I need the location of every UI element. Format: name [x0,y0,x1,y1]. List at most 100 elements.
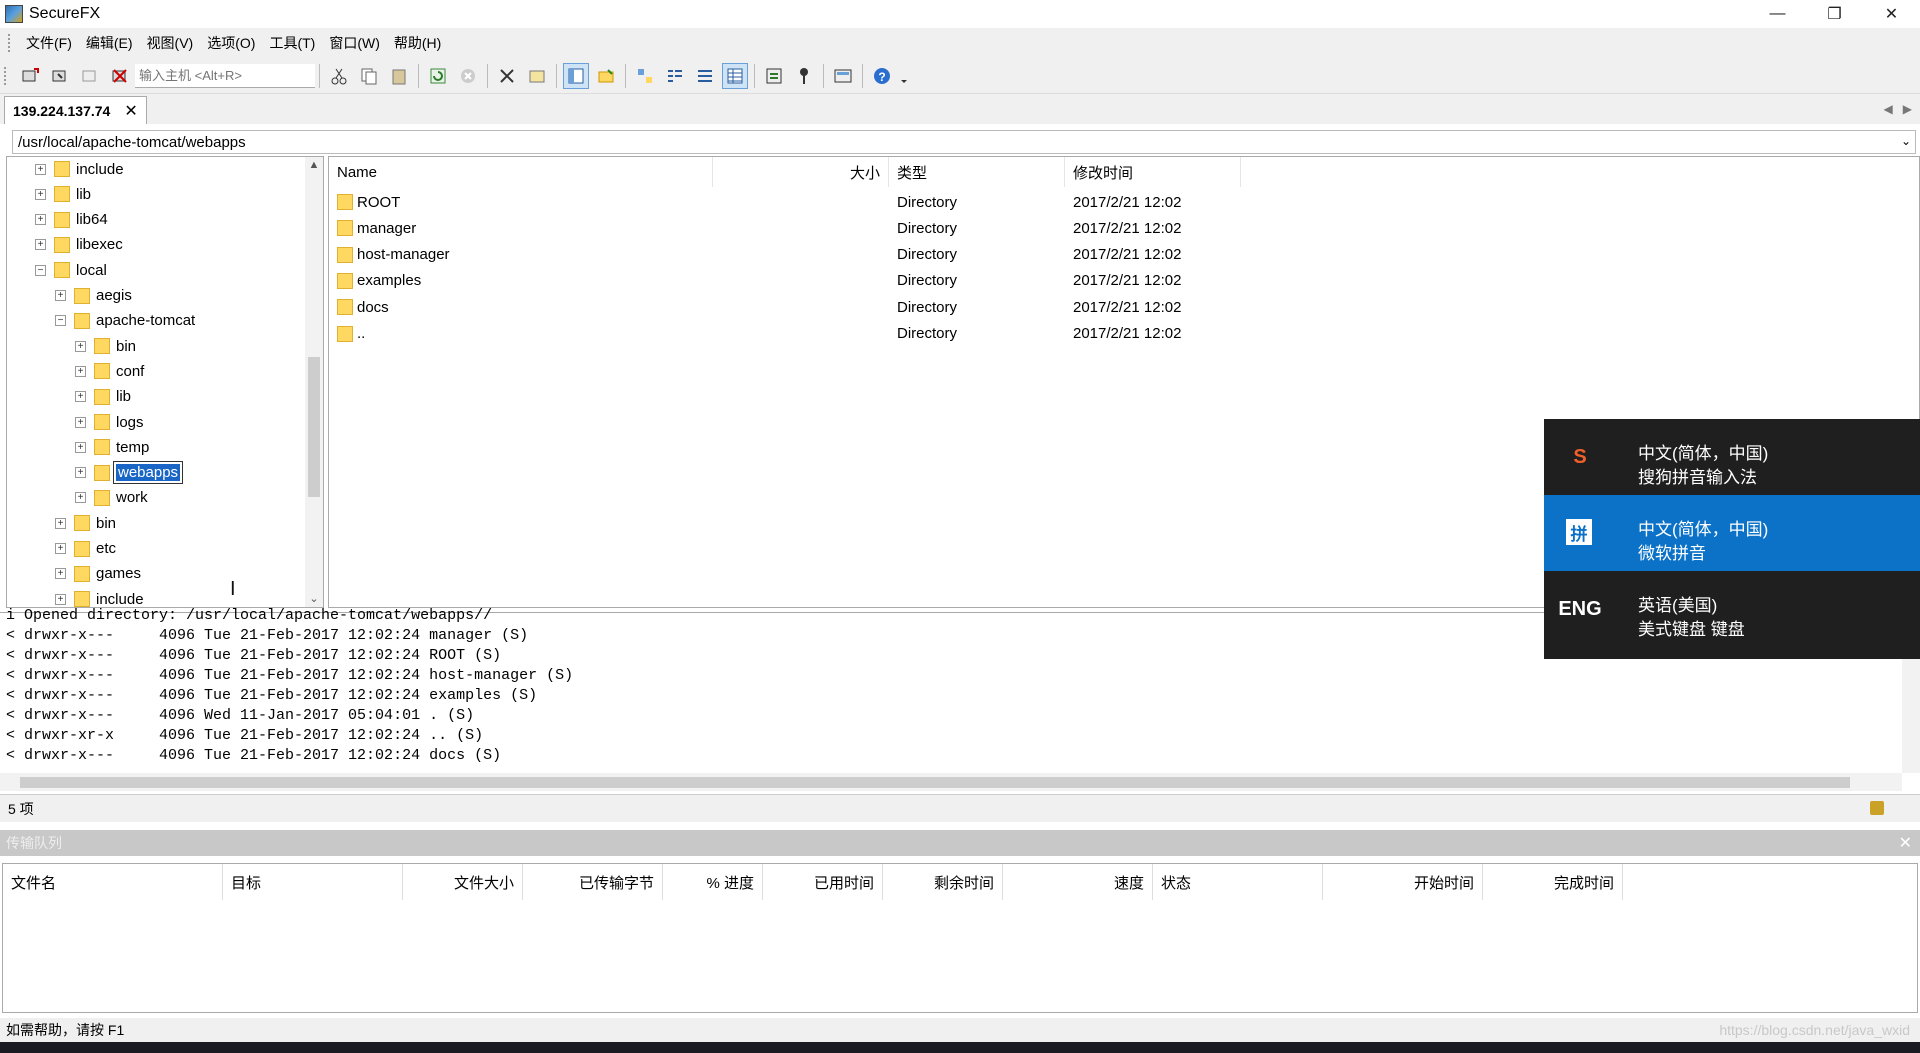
expand-icon[interactable]: + [35,214,46,226]
transfer-queue-icon[interactable] [830,63,856,89]
minimize-button[interactable]: — [1749,0,1806,28]
tree-view-icon[interactable] [563,62,589,89]
disconnect-icon[interactable] [107,63,133,89]
menu-view[interactable]: 视图(V) [140,33,201,53]
file-row[interactable]: host-manager Directory 2017/2/21 12:02 [329,242,1241,268]
queue-column-header[interactable]: 状态 [1153,864,1323,900]
tree-item[interactable]: + aegis [55,284,132,308]
file-row[interactable]: docs Directory 2017/2/21 12:02 [329,294,1241,320]
queue-column-header[interactable]: 文件大小 [403,864,523,900]
file-row[interactable]: ROOT Directory 2017/2/21 12:02 [329,189,1241,215]
expand-icon[interactable]: + [55,543,66,554]
chevron-down-icon[interactable]: ⌄ [1901,134,1911,148]
session-options-icon[interactable] [761,63,787,89]
path-combobox[interactable]: /usr/local/apache-tomcat/webapps ⌄ [12,130,1916,154]
expand-icon[interactable]: + [55,593,66,605]
connect-icon[interactable] [17,63,43,89]
stop-icon[interactable] [455,63,481,89]
queue-column-header[interactable]: 开始时间 [1323,864,1483,900]
tree-scrollbar[interactable]: ▲ ⌄ [305,157,323,607]
menu-help[interactable]: 帮助(H) [387,33,448,53]
key-icon[interactable] [791,63,817,89]
queue-column-header[interactable]: 完成时间 [1483,864,1623,900]
file-row[interactable]: examples Directory 2017/2/21 12:02 [329,268,1241,294]
restore-button[interactable]: ❐ [1806,0,1863,28]
tree-item[interactable]: + bin [75,334,136,358]
expand-icon[interactable]: + [35,188,46,200]
details-view-icon[interactable] [722,62,748,89]
cut-icon[interactable] [326,63,352,89]
reconnect-icon[interactable] [77,63,103,89]
large-icons-icon[interactable] [632,63,658,89]
menu-options[interactable]: 选项(O) [200,33,262,53]
copy-icon[interactable] [356,63,382,89]
delete-icon[interactable] [494,63,520,89]
tree-item[interactable]: + conf [75,359,144,383]
tree-item[interactable]: + bin [55,511,116,535]
paste-icon[interactable] [386,63,412,89]
tree-item[interactable]: + etc [55,537,116,561]
log-hscroll-thumb[interactable] [20,777,1850,788]
toolbar-options-icon[interactable] [899,63,909,89]
expand-icon[interactable]: + [55,517,66,529]
input-method-option[interactable]: ENG 英语(美国) 美式键盘 键盘 [1544,571,1920,647]
column-size[interactable]: 大小 [713,157,889,187]
close-button[interactable]: ✕ [1863,0,1920,28]
tree-item[interactable]: + temp [75,435,149,459]
help-icon[interactable]: ? [869,63,895,89]
small-icons-icon[interactable] [662,63,688,89]
close-tab-icon[interactable]: ✕ [124,101,137,121]
tree-item[interactable]: + webapps [75,461,184,485]
tree-item[interactable]: + logs [75,410,144,434]
tree-scrollbar-thumb[interactable] [308,357,320,497]
refresh-icon[interactable] [425,63,451,89]
expand-icon[interactable]: + [75,391,86,403]
queue-column-header[interactable]: 已用时间 [763,864,883,900]
collapse-icon[interactable]: − [55,315,66,327]
expand-icon[interactable]: + [55,290,66,301]
queue-column-header[interactable]: 速度 [1003,864,1153,900]
expand-icon[interactable]: + [35,163,46,175]
session-tab[interactable]: 139.224.137.74 ✕ [4,96,147,124]
scroll-down-icon[interactable]: ⌄ [305,592,323,605]
collapse-icon[interactable]: − [35,264,46,276]
queue-column-header[interactable]: % 进度 [663,864,763,900]
queue-column-header[interactable]: 文件名 [3,864,223,900]
expand-icon[interactable]: + [75,492,86,504]
input-method-option[interactable]: 拼 中文(简体，中国) 微软拼音 [1544,495,1920,571]
input-method-option[interactable]: S 中文(简体，中国) 搜狗拼音输入法 [1544,419,1920,495]
tree-item[interactable]: − local [35,258,107,282]
tree-item[interactable]: + include [55,587,144,607]
tree-item[interactable]: + games [55,562,141,586]
log-horizontal-scrollbar[interactable] [0,773,1902,791]
properties-icon[interactable] [524,63,550,89]
close-queue-icon[interactable]: ✕ [1899,833,1912,853]
queue-column-header[interactable]: 剩余时间 [883,864,1003,900]
tree-item[interactable]: + include [35,157,124,181]
expand-icon[interactable]: + [75,365,86,377]
expand-icon[interactable]: + [75,416,86,428]
tree-item[interactable]: + lib64 [35,208,108,232]
tree-item[interactable]: + lib [75,385,131,409]
column-modified[interactable]: 修改时间 [1065,157,1241,187]
expand-icon[interactable]: + [55,568,66,580]
tab-scroll-left-icon[interactable]: ◀ [1884,102,1893,116]
file-row[interactable]: manager Directory 2017/2/21 12:02 [329,215,1241,241]
tree-item[interactable]: + lib [35,182,91,206]
queue-column-header[interactable]: 已传输字节 [523,864,663,900]
list-view-icon[interactable] [692,63,718,89]
tree-item[interactable]: + libexec [35,233,123,257]
menu-window[interactable]: 窗口(W) [322,33,387,53]
menu-edit[interactable]: 编辑(E) [79,33,140,53]
queue-column-header[interactable]: 目标 [223,864,403,900]
parent-folder-icon[interactable] [593,63,619,89]
quick-connect-icon[interactable] [47,63,73,89]
expand-icon[interactable]: + [75,340,86,352]
scroll-up-icon[interactable]: ▲ [305,159,323,171]
host-input[interactable] [135,63,315,88]
tree-item[interactable]: − apache-tomcat [55,309,195,333]
expand-icon[interactable]: + [35,239,46,251]
column-name[interactable]: Name [329,157,713,187]
file-row[interactable]: .. Directory 2017/2/21 12:02 [329,321,1241,347]
tree-item[interactable]: + work [75,486,148,510]
